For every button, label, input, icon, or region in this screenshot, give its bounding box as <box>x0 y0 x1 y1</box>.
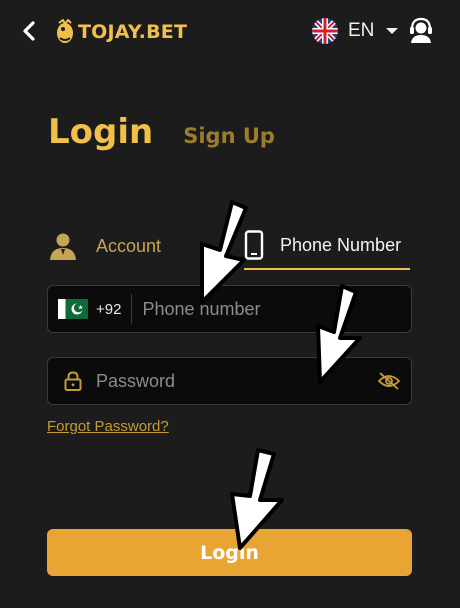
method-account-label: Account <box>96 235 162 256</box>
tab-signup[interactable]: Sign Up <box>183 124 275 148</box>
forgot-password-link[interactable]: Forgot Password? <box>47 418 169 435</box>
field-divider <box>131 294 133 324</box>
pakistan-flag-icon[interactable] <box>58 299 88 319</box>
logo-icon <box>57 19 73 43</box>
password-field <box>47 357 412 405</box>
auth-tabs: Login Sign Up <box>48 112 275 152</box>
method-phone-tab[interactable]: Phone Number <box>244 222 410 270</box>
chevron-left-icon <box>23 21 35 41</box>
language-selector[interactable]: EN <box>312 16 399 46</box>
support-agent-icon[interactable] <box>408 16 434 44</box>
tab-login[interactable]: Login <box>48 112 153 152</box>
language-code: EN <box>348 20 375 41</box>
caret-down-icon <box>386 28 399 34</box>
logo-text: TOJAY.BET <box>78 21 188 43</box>
smartphone-icon <box>244 230 264 260</box>
top-bar: TOJAY.BET EN <box>0 0 460 64</box>
user-icon <box>50 233 76 260</box>
country-code[interactable]: +92 <box>96 301 121 318</box>
login-button-label: Login <box>200 541 259 564</box>
eye-off-icon[interactable] <box>377 371 401 391</box>
phone-number-input[interactable] <box>142 289 411 329</box>
method-phone-label: Phone Number <box>280 234 402 255</box>
method-account-tab[interactable]: Account <box>48 222 238 270</box>
brand-logo[interactable]: TOJAY.BET <box>54 18 187 46</box>
back-button[interactable] <box>18 18 40 44</box>
login-button[interactable]: Login <box>47 529 412 576</box>
login-method-switch: Account Phone Number <box>48 222 410 272</box>
password-input[interactable] <box>96 361 377 401</box>
uk-flag-icon <box>312 18 338 44</box>
lock-icon <box>64 371 82 391</box>
phone-field: +92 <box>47 285 412 333</box>
